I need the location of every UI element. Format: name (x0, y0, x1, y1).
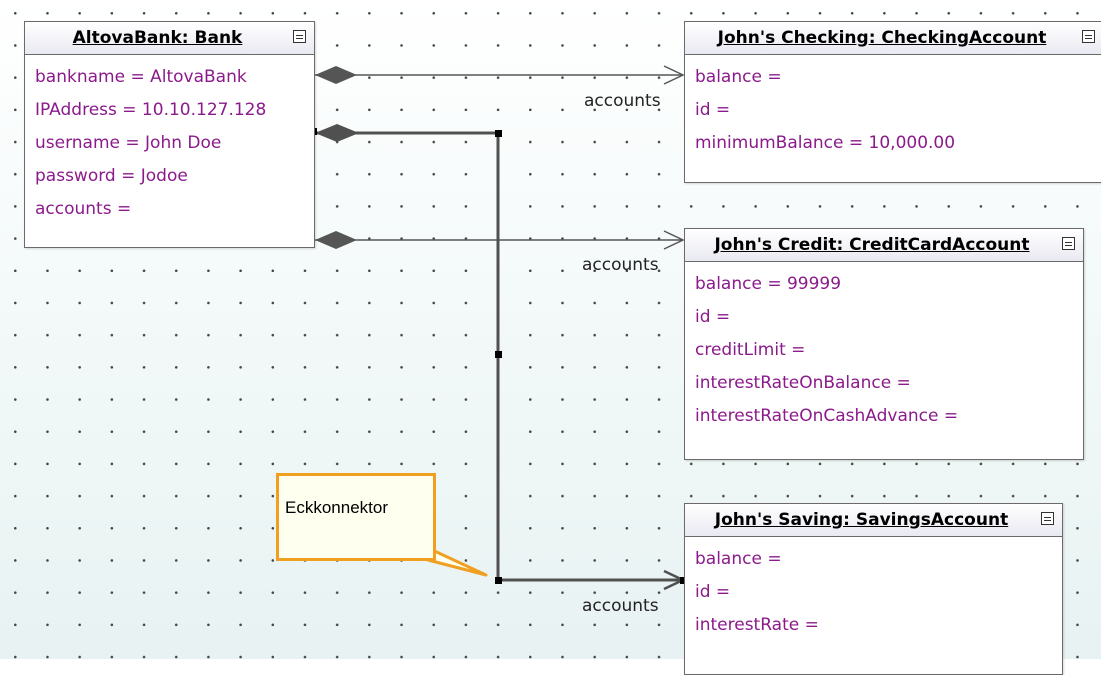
object-savings-account[interactable]: John's Saving: SavingsAccount balance = … (684, 503, 1063, 675)
selection-handle[interactable] (495, 577, 502, 584)
association-bank-checking[interactable] (315, 65, 685, 85)
object-header[interactable]: John's Saving: SavingsAccount (685, 504, 1062, 537)
collapse-compartment-icon[interactable] (1041, 512, 1054, 525)
slot-compartment: bankname = AltovaBank IPAddress = 10.10.… (25, 55, 314, 226)
object-header[interactable]: John's Checking: CheckingAccount (685, 22, 1101, 55)
object-title: John's Saving: SavingsAccount (714, 510, 1009, 530)
object-title: John's Checking: CheckingAccount (717, 28, 1047, 48)
object-header[interactable]: John's Credit: CreditCardAccount (685, 229, 1083, 262)
collapse-compartment-icon[interactable] (293, 30, 306, 43)
slot-interestrate[interactable]: interestRate = (695, 609, 1052, 642)
slot-interestrateonbalance[interactable]: interestRateOnBalance = (695, 367, 1073, 400)
callout-note[interactable]: Eckkonnektor (276, 473, 436, 561)
slot-id[interactable]: id = (695, 94, 1093, 127)
note-text: Eckkonnektor (285, 498, 388, 517)
object-credit-card-account[interactable]: John's Credit: CreditCardAccount balance… (684, 228, 1084, 460)
composition-diamond (315, 124, 359, 142)
slot-minimumbalance[interactable]: minimumBalance = 10,000.00 (695, 127, 1093, 160)
slot-creditlimit[interactable]: creditLimit = (695, 334, 1073, 367)
slot-compartment: balance = id = interestRate = (685, 537, 1062, 642)
selection-handle[interactable] (495, 351, 502, 358)
slot-balance[interactable]: balance = (695, 61, 1093, 94)
diagram-canvas[interactable]: accounts accounts accounts AltovaBank: B… (0, 0, 1101, 675)
object-title: AltovaBank: Bank (72, 28, 243, 48)
role-label[interactable]: accounts (582, 255, 659, 275)
composition-diamond (315, 66, 357, 84)
role-label[interactable]: accounts (584, 91, 661, 111)
slot-ipaddress[interactable]: IPAddress = 10.10.127.128 (35, 94, 304, 127)
note-pointer (426, 546, 488, 577)
object-checking-account[interactable]: John's Checking: CheckingAccount balance… (684, 21, 1101, 183)
collapse-compartment-icon[interactable] (1082, 30, 1095, 43)
slot-accounts[interactable]: accounts = (35, 193, 304, 226)
slot-id[interactable]: id = (695, 301, 1073, 334)
slot-interestrateoncashadvance[interactable]: interestRateOnCashAdvance = (695, 400, 1073, 433)
collapse-compartment-icon[interactable] (1062, 237, 1075, 250)
slot-id[interactable]: id = (695, 576, 1052, 609)
slot-balance[interactable]: balance = 99999 (695, 268, 1073, 301)
slot-compartment: balance = id = minimumBalance = 10,000.0… (685, 55, 1101, 160)
slot-password[interactable]: password = Jodoe (35, 160, 304, 193)
role-label[interactable]: accounts (582, 596, 659, 616)
composition-diamond (315, 231, 357, 249)
slot-balance[interactable]: balance = (695, 543, 1052, 576)
slot-compartment: balance = 99999 id = creditLimit = inter… (685, 262, 1083, 433)
slot-bankname[interactable]: bankname = AltovaBank (35, 61, 304, 94)
object-title: John's Credit: CreditCardAccount (714, 235, 1030, 255)
slot-username[interactable]: username = John Doe (35, 127, 304, 160)
object-bank[interactable]: AltovaBank: Bank bankname = AltovaBank I… (24, 21, 315, 248)
object-header[interactable]: AltovaBank: Bank (25, 22, 314, 55)
selection-handle[interactable] (495, 130, 502, 137)
